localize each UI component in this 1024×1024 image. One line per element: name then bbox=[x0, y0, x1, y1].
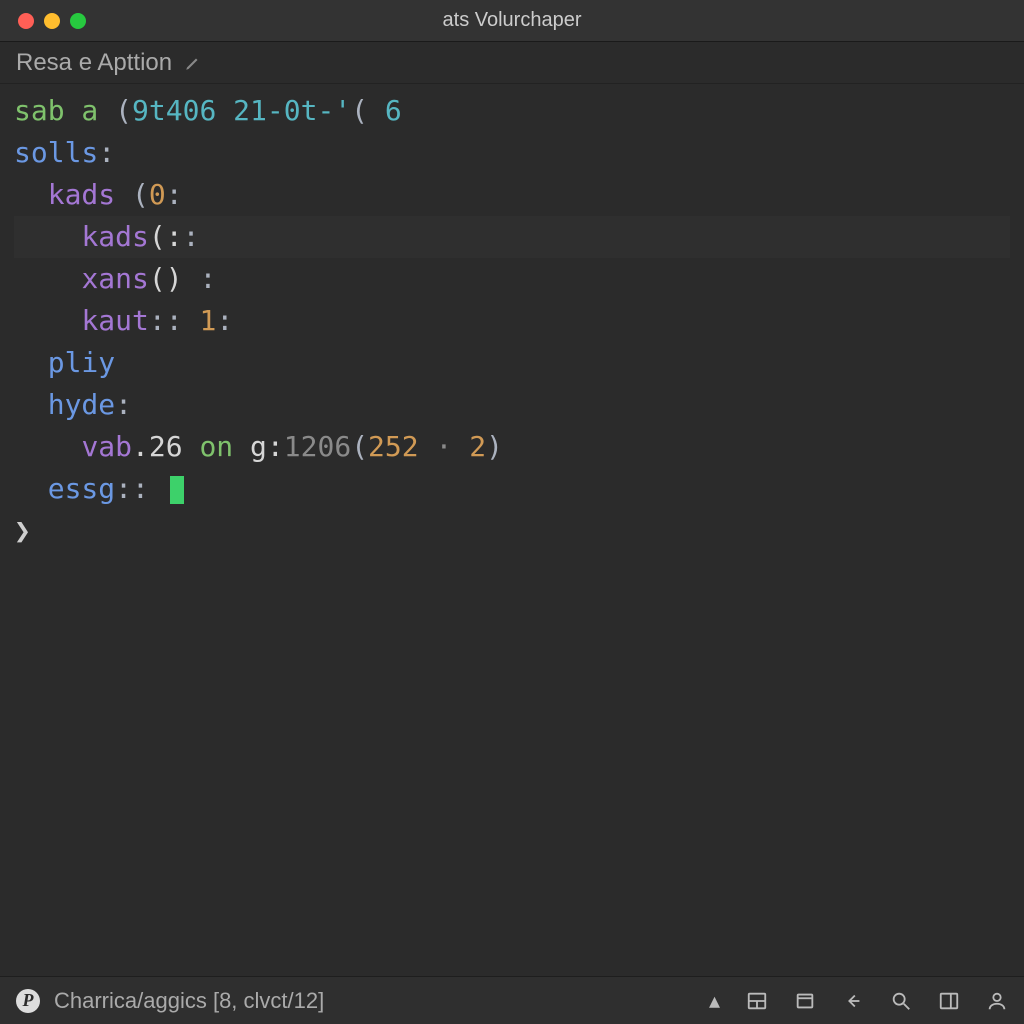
code-line: vab.26 on g:1206(252 · 2) bbox=[14, 426, 1010, 468]
status-left: P Charrica/aggics [8, clvct/12] bbox=[16, 988, 324, 1014]
titlebar: ats Volurchaper bbox=[0, 0, 1024, 42]
code-line: solls: bbox=[14, 132, 1010, 174]
status-right: ▴ bbox=[709, 988, 1008, 1014]
maximize-window-button[interactable] bbox=[70, 13, 86, 29]
search-icon[interactable] bbox=[890, 990, 912, 1012]
statusbar: P Charrica/aggics [8, clvct/12] ▴ bbox=[0, 976, 1024, 1024]
traffic-lights bbox=[18, 13, 86, 29]
code-line: kads(:: bbox=[14, 216, 1010, 258]
sidebar-icon[interactable] bbox=[938, 990, 960, 1012]
code-line: sab a (9t406 21-0t-'( 6 bbox=[14, 90, 1010, 132]
tabbar: Resa e Apttion bbox=[0, 42, 1024, 84]
minimize-window-button[interactable] bbox=[44, 13, 60, 29]
code-editor[interactable]: sab a (9t406 21-0t-'( 6 solls: kads (0: … bbox=[0, 84, 1024, 976]
panel-layout-icon[interactable] bbox=[746, 990, 768, 1012]
code-line: hyde: bbox=[14, 384, 1010, 426]
window-title: ats Volurchaper bbox=[443, 9, 582, 32]
close-window-button[interactable] bbox=[18, 13, 34, 29]
tab-label: Resa e Apttion bbox=[16, 49, 172, 77]
code-line: kaut:: 1: bbox=[14, 300, 1010, 342]
prompt-line: ❯ bbox=[14, 510, 1010, 552]
code-line: pliy bbox=[14, 342, 1010, 384]
code-line: xans() : bbox=[14, 258, 1010, 300]
chevron-up-icon[interactable]: ▴ bbox=[709, 988, 720, 1014]
code-line: kads (0: bbox=[14, 174, 1010, 216]
project-badge[interactable]: P bbox=[16, 989, 40, 1013]
text-cursor bbox=[170, 476, 184, 504]
user-icon[interactable] bbox=[986, 990, 1008, 1012]
prompt-symbol: ❯ bbox=[14, 514, 31, 547]
back-arrow-icon[interactable] bbox=[842, 990, 864, 1012]
pencil-icon bbox=[184, 54, 202, 72]
tab-active[interactable]: Resa e Apttion bbox=[8, 45, 210, 81]
code-line: essg:: bbox=[14, 468, 1010, 510]
branch-label[interactable]: Charrica/aggics [8, clvct/12] bbox=[54, 988, 324, 1014]
window-icon[interactable] bbox=[794, 990, 816, 1012]
